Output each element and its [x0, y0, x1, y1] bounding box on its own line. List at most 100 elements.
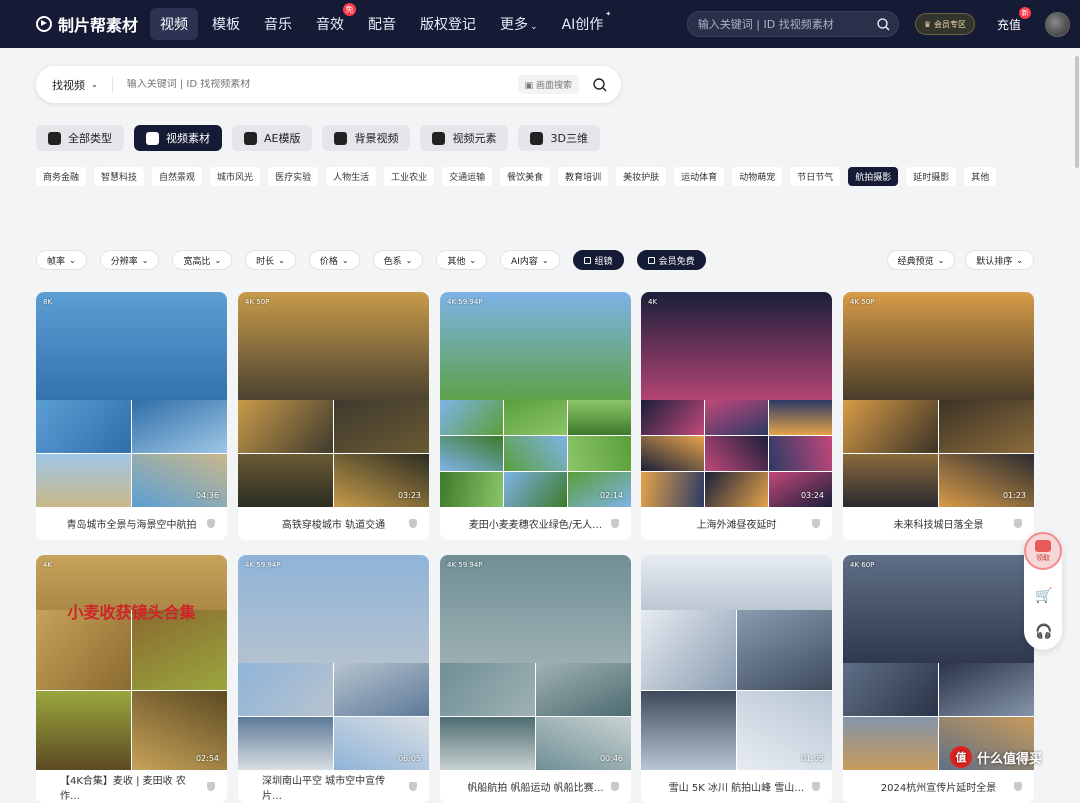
video-card[interactable]: 小麦收获镜头合集 4K 02:54 【4K合集】麦收 | 麦田收 农作… [36, 555, 227, 803]
video-card[interactable]: 4K 59.94P 06:05 深圳南山平空 城市空中宣传片… [238, 555, 429, 803]
filter-dropdown[interactable]: 分辨率 ⌄ [99, 250, 160, 270]
video-thumbnail[interactable]: 4K 50P 01:23 [843, 292, 1034, 507]
video-card[interactable]: 4K 03:24 上海外滩昼夜延时 [641, 292, 832, 540]
nav-item-2[interactable]: 音乐 [254, 8, 302, 40]
mosaic-cell [769, 472, 832, 507]
nav-item-3[interactable]: 音效免 [306, 3, 357, 40]
video-title[interactable]: 雪山 5K 冰川 航拍山峰 雪山… [641, 770, 832, 803]
tab-2[interactable]: AE模版 [232, 125, 313, 151]
video-thumbnail[interactable]: 小麦收获镜头合集 4K 02:54 [36, 555, 227, 770]
video-title[interactable]: 未来科技城日落全景 [843, 507, 1034, 540]
tab-3[interactable]: 背景视频 [322, 125, 411, 151]
headset-icon[interactable]: 🎧 [1035, 624, 1052, 640]
search-input[interactable] [112, 79, 518, 90]
avatar[interactable] [1045, 11, 1070, 37]
scrollbar[interactable] [1075, 56, 1079, 168]
nav-item-4[interactable]: 配音 [358, 8, 406, 40]
category-chip[interactable]: 自然景观 [152, 167, 203, 186]
filter-dropdown[interactable]: 帧率 ⌄ [36, 250, 87, 270]
category-chip[interactable]: 教育培训 [558, 167, 609, 186]
search-type-select[interactable]: 找视频 ⌄ [52, 76, 113, 93]
video-thumbnail[interactable]: 8K 04:36 [36, 292, 227, 507]
image-search-button[interactable]: ▣ 画面搜索 [517, 75, 579, 94]
filter-dropdown[interactable]: 价格 ⌄ [308, 250, 360, 270]
video-card[interactable]: 4K 50P 03:23 高铁穿梭城市 轨道交通 [238, 292, 429, 540]
category-chip[interactable]: 医疗实验 [268, 167, 319, 186]
mosaic-cell [36, 454, 131, 507]
top-search-input[interactable]: 输入关键词 | ID 找视频素材 [698, 16, 877, 32]
video-thumbnail[interactable]: 4K 60P [843, 555, 1034, 770]
video-thumbnail[interactable]: 4K 50P 03:23 [238, 292, 429, 507]
image-search-label: 画面搜索 [535, 81, 572, 91]
filter-dropdown[interactable]: 色系 ⌄ [372, 250, 424, 270]
video-title[interactable]: 【4K合集】麦收 | 麦田收 农作… [36, 770, 227, 803]
video-title[interactable]: 青岛城市全景与海景空中航拍 [36, 507, 227, 540]
category-chip[interactable]: 商务金融 [36, 167, 87, 186]
video-title-text: 麦田小麦麦穗农业绿色/无人… [468, 520, 603, 531]
category-chip[interactable]: 交通运输 [442, 167, 493, 186]
category-chip[interactable]: 其他 [964, 167, 997, 186]
video-title-text: 【4K合集】麦收 | 麦田收 农作… [60, 775, 186, 802]
video-card[interactable]: 4K 59.94P 00:46 帆船航拍 帆船运动 帆船比赛… [440, 555, 631, 803]
cart-icon[interactable]: 🛒 [1035, 588, 1052, 604]
video-thumbnail[interactable]: 4K 03:24 [641, 292, 832, 507]
video-title[interactable]: 深圳南山平空 城市空中宣传片… [238, 770, 429, 803]
sort-dropdown[interactable]: 默认排序 ⌄ [965, 250, 1034, 270]
search-icon[interactable] [593, 77, 607, 92]
recharge-button[interactable]: 充值 新 [997, 6, 1031, 33]
video-card[interactable]: 4K 59.94P 02:14 麦田小麦麦穗农业绿色/无人… [440, 292, 631, 540]
gift-button[interactable]: 领取 [1024, 532, 1062, 570]
copyright-shield-icon [611, 782, 619, 791]
filter-bar: 帧率 ⌄ 分辨率 ⌄ 宽高比 ⌄ 时长 ⌄ 价格 ⌄ 色系 ⌄ 其他 ⌄ AI内容 ⌄ 组镜 会员免费 经典预览… [36, 250, 1034, 270]
category-chip[interactable]: 运动体育 [674, 167, 725, 186]
filter-dropdown[interactable]: 其他 ⌄ [436, 250, 488, 270]
nav-item-6[interactable]: 更多 ⌄ [490, 8, 548, 40]
tab-0[interactable]: 全部类型 [36, 125, 124, 151]
search-icon[interactable] [877, 17, 890, 31]
tab-1[interactable]: 视频素材 [134, 125, 222, 151]
thumbnail-overlay-text: 小麦收获镜头合集 [67, 603, 196, 622]
video-thumbnail[interactable]: 4K 59.94P 00:46 [440, 555, 631, 770]
video-title[interactable]: 帆船航拍 帆船运动 帆船比赛… [440, 770, 631, 803]
category-chip[interactable]: 延时摄影 [906, 167, 957, 186]
video-thumbnail[interactable]: 4K 59.94P 02:14 [440, 292, 631, 507]
video-title[interactable]: 上海外滩昼夜延时 [641, 507, 832, 540]
video-card[interactable]: 01:05 雪山 5K 冰川 航拍山峰 雪山… [641, 555, 832, 803]
category-chip[interactable]: 美妆护肤 [616, 167, 667, 186]
video-title-text: 深圳南山平空 城市空中宣传片… [262, 775, 386, 802]
tab-4[interactable]: 视频元素 [420, 125, 509, 151]
brand-logo[interactable]: 制片帮素材 [36, 12, 138, 36]
category-chip[interactable]: 餐饮美食 [500, 167, 551, 186]
filter-toggle[interactable]: 会员免费 [636, 250, 706, 270]
video-title-text: 青岛城市全景与海景空中航拍 [66, 520, 197, 531]
category-chip[interactable]: 人物生活 [326, 167, 377, 186]
video-card[interactable]: 8K 04:36 青岛城市全景与海景空中航拍 [36, 292, 227, 540]
nav-item-0[interactable]: 视频 [150, 8, 199, 40]
mosaic-cell [705, 436, 768, 471]
category-chip[interactable]: 工业农业 [384, 167, 435, 186]
tab-5[interactable]: 3D三维 [518, 125, 600, 151]
category-chip[interactable]: 城市风光 [210, 167, 261, 186]
vip-zone-button[interactable]: ♛ 会员专区 [914, 13, 975, 35]
mosaic-cell [843, 454, 938, 507]
category-chip[interactable]: 航拍摄影 [848, 167, 899, 186]
video-title[interactable]: 麦田小麦麦穗农业绿色/无人… [440, 507, 631, 540]
filter-dropdown[interactable]: 宽高比 ⌄ [172, 250, 233, 270]
category-chip[interactable]: 节日节气 [790, 167, 841, 186]
category-chip[interactable]: 智慧科技 [94, 167, 145, 186]
sort-dropdown[interactable]: 经典预览 ⌄ [886, 250, 956, 270]
filter-toggle[interactable]: 组镜 [572, 250, 624, 270]
main-search-bar: 找视频 ⌄ ▣ 画面搜索 [36, 66, 621, 103]
nav-item-1[interactable]: 模板 [202, 8, 250, 40]
video-card[interactable]: 4K 50P 01:23 未来科技城日落全景 [843, 292, 1034, 540]
nav-item-7[interactable]: AI创作 ✦ [552, 8, 614, 40]
video-title[interactable]: 2024杭州宣传片延时全景 [843, 770, 1034, 803]
nav-item-5[interactable]: 版权登记 [410, 8, 486, 40]
video-thumbnail[interactable]: 01:05 [641, 555, 832, 770]
filter-dropdown[interactable]: AI内容 ⌄ [500, 250, 560, 270]
filter-dropdown[interactable]: 时长 ⌄ [245, 250, 296, 270]
category-chip[interactable]: 动物萌宠 [732, 167, 783, 186]
top-search-bar[interactable]: 输入关键词 | ID 找视频素材 [686, 11, 899, 37]
video-title[interactable]: 高铁穿梭城市 轨道交通 [238, 507, 429, 540]
video-thumbnail[interactable]: 4K 59.94P 06:05 [238, 555, 429, 770]
